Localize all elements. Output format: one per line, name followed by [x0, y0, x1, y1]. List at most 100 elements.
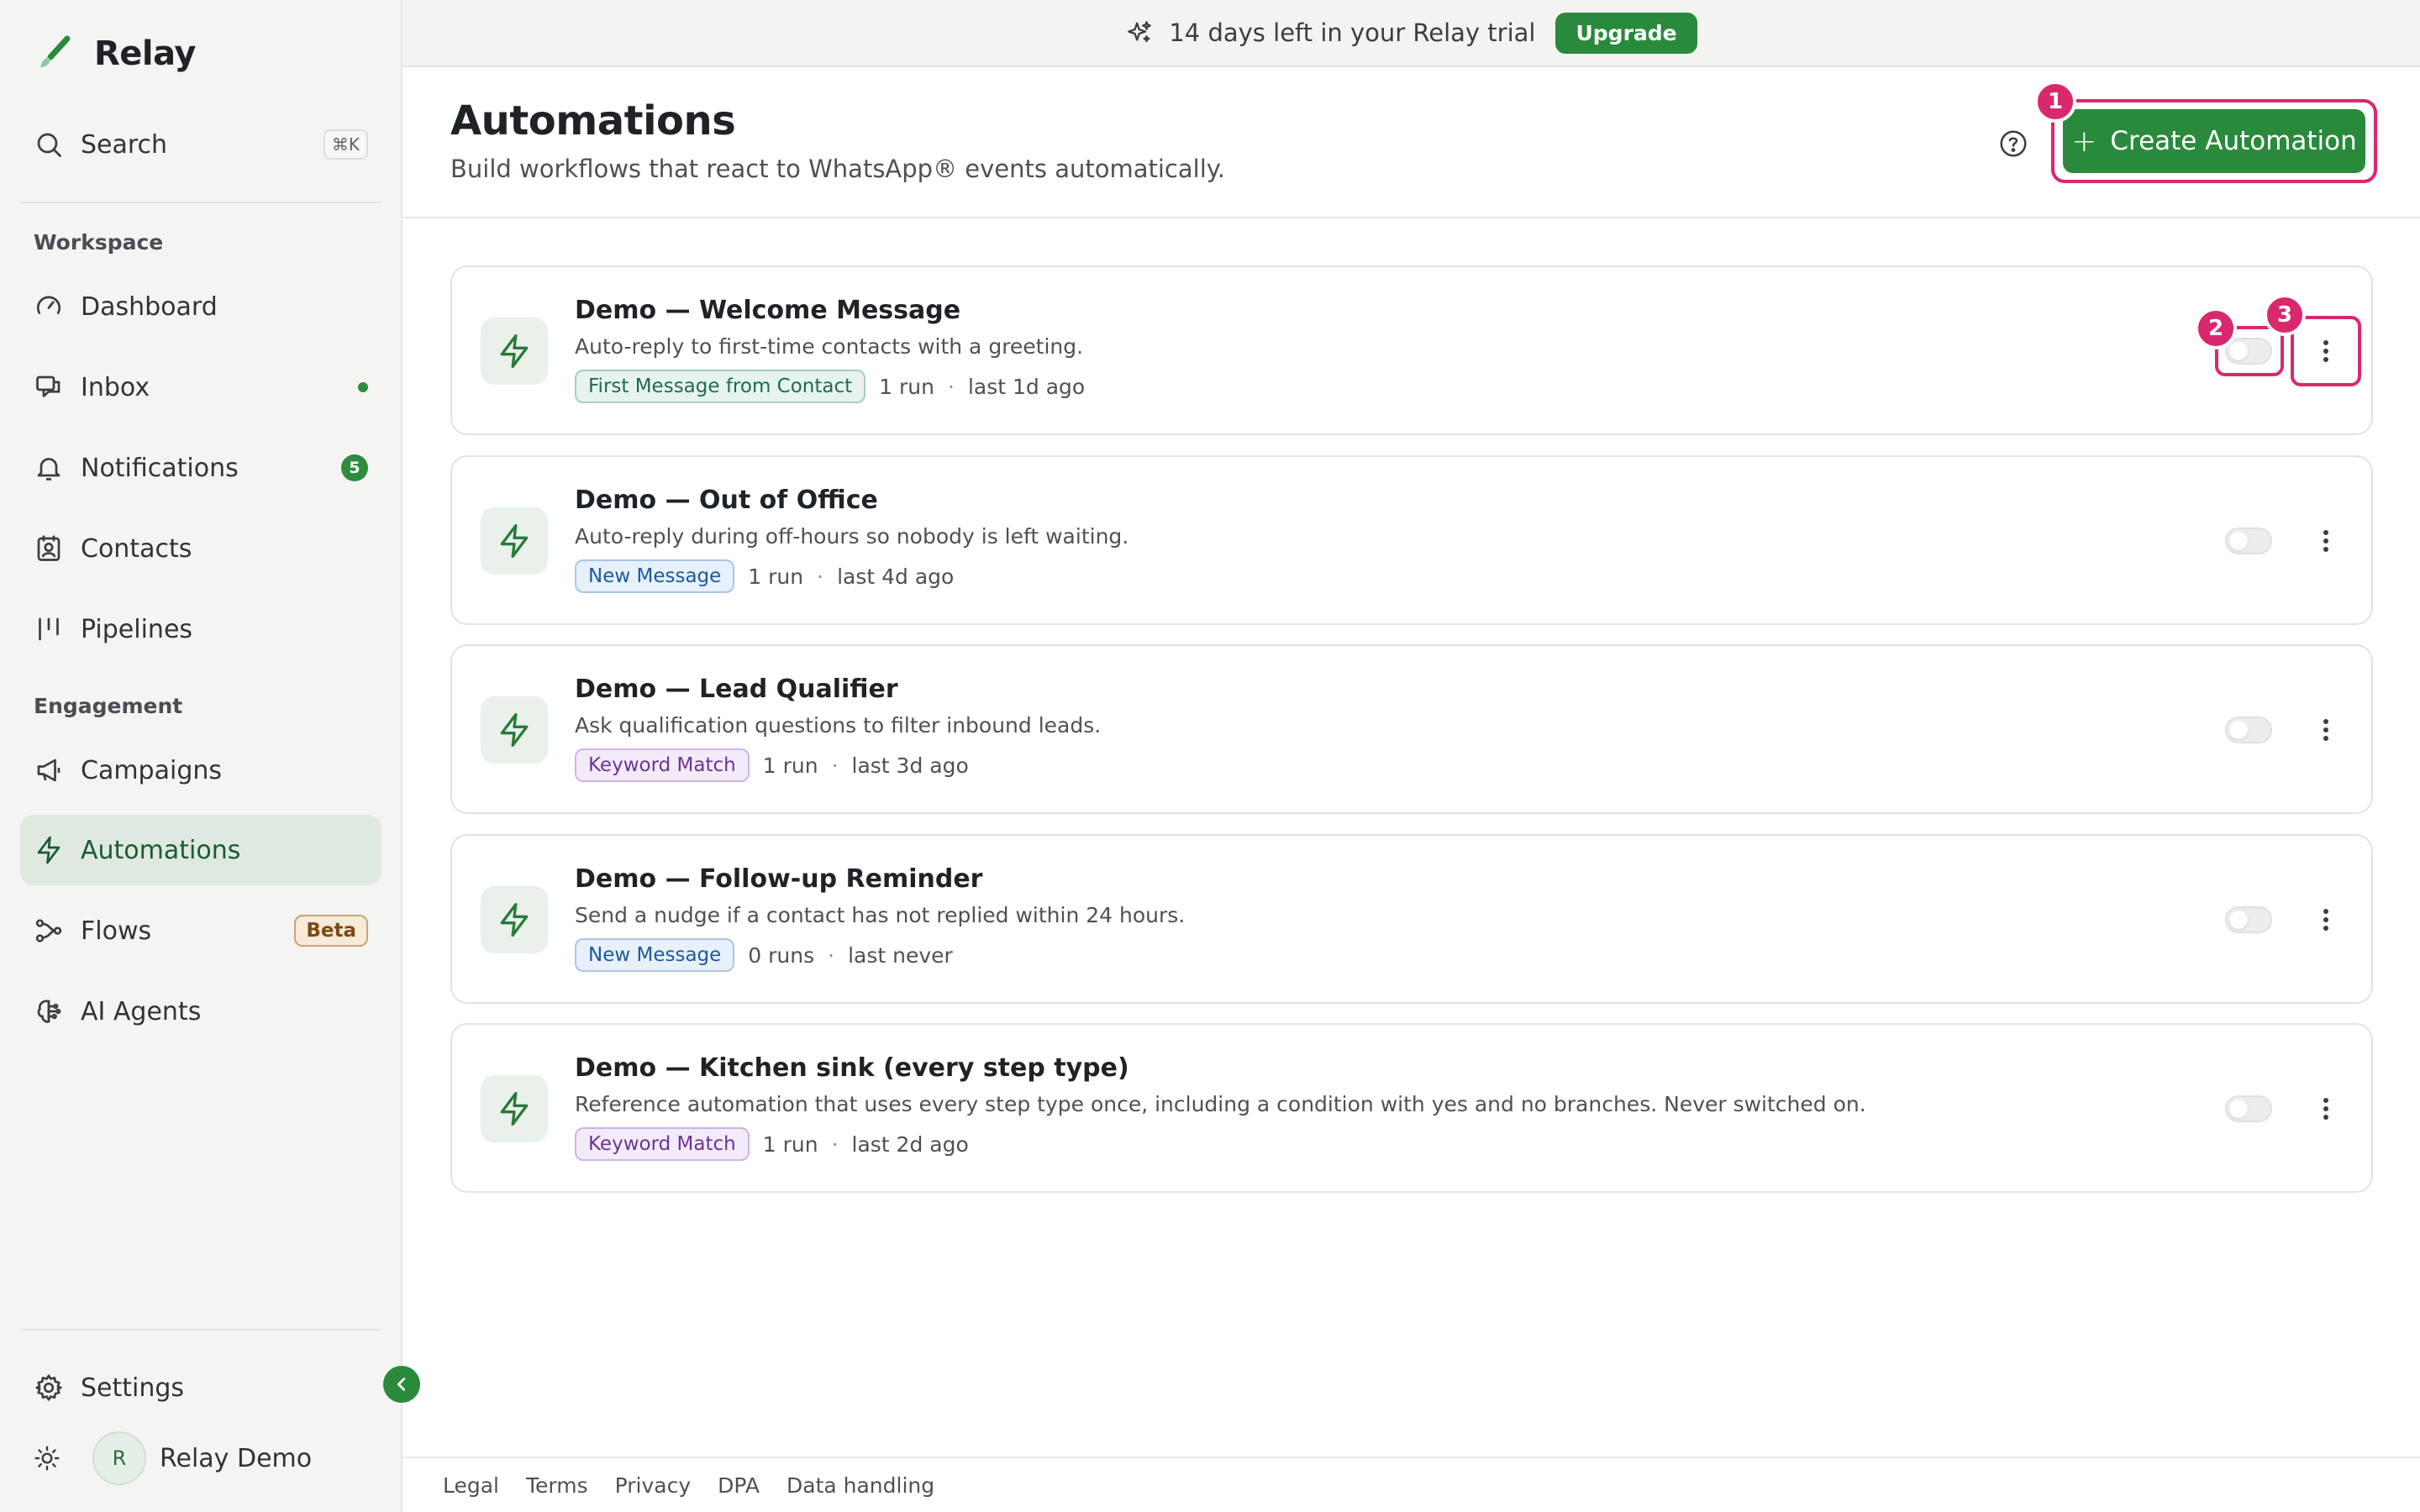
flow-icon — [35, 919, 62, 942]
run-count: 1 run — [762, 753, 818, 778]
section-label-engagement: Engagement — [34, 694, 183, 718]
meta-separator: · — [947, 374, 955, 399]
sidebar-item-ai-agents[interactable]: AI Agents — [20, 976, 381, 1047]
enable-toggle[interactable] — [2225, 1095, 2272, 1122]
unread-dot — [358, 382, 368, 392]
brush-logo-icon — [40, 35, 71, 67]
more-options-button[interactable] — [2309, 713, 2343, 747]
trial-text: 14 days left in your Relay trial — [1169, 18, 1536, 47]
automation-title: Demo — Out of Office — [575, 486, 878, 515]
sidebar-item-inbox[interactable]: Inbox — [20, 352, 381, 423]
automation-icon — [481, 1075, 548, 1142]
bolt-icon — [37, 836, 60, 864]
sidebar-item-label: Notifications — [81, 453, 239, 483]
automation-meta: New Message 0 runs · last never — [575, 938, 953, 972]
annotation-marker-2: 2 — [2195, 307, 2237, 349]
last-run: last 2d ago — [851, 1131, 969, 1157]
trigger-tag: New Message — [575, 559, 735, 593]
automation-card-lead-qualifier[interactable]: Demo — Lead Qualifier Ask qualification … — [450, 644, 2373, 814]
create-automation-label: Create Automation — [2110, 126, 2357, 156]
enable-toggle[interactable] — [2225, 528, 2272, 554]
search-button[interactable]: Search ⌘K — [34, 124, 368, 165]
bolt-icon — [500, 713, 529, 747]
automation-icon — [481, 696, 548, 764]
settings-button[interactable]: Settings — [20, 1352, 381, 1423]
more-options-button[interactable] — [2309, 334, 2343, 368]
upgrade-button[interactable]: Upgrade — [1555, 12, 1697, 54]
automation-description: Reference automation that uses every ste… — [575, 1092, 1866, 1116]
trigger-tag: New Message — [575, 938, 735, 972]
gear-icon — [35, 1374, 62, 1401]
more-options-button[interactable] — [2309, 524, 2343, 558]
toggle-knob — [2229, 1100, 2248, 1118]
sidebar-item-pipelines[interactable]: Pipelines — [20, 594, 381, 664]
kebab-menu-icon — [2323, 909, 2328, 931]
sidebar-item-label: Automations — [81, 835, 241, 865]
user-menu[interactable]: R Relay Demo — [34, 1431, 312, 1485]
search-icon — [37, 133, 61, 157]
kebab-menu-icon — [2323, 719, 2328, 741]
sidebar-item-label: Flows — [81, 916, 152, 946]
sidebar-divider — [20, 1329, 381, 1331]
automation-card-follow-up-reminder[interactable]: Demo — Follow-up Reminder Send a nudge i… — [450, 834, 2373, 1004]
toggle-knob — [2229, 911, 2248, 929]
footer-link-terms[interactable]: Terms — [526, 1473, 588, 1498]
last-run: last 4d ago — [837, 564, 955, 589]
create-automation-button[interactable]: + Create Automation — [2063, 109, 2365, 173]
beta-badge: Beta — [294, 915, 368, 947]
sidebar-item-automations[interactable]: Automations — [20, 815, 381, 885]
footer-link-privacy[interactable]: Privacy — [615, 1473, 692, 1498]
footer-link-legal[interactable]: Legal — [443, 1473, 499, 1498]
sidebar-item-contacts[interactable]: Contacts — [20, 513, 381, 584]
sun-theme-icon[interactable] — [34, 1445, 60, 1472]
pipeline-icon — [39, 617, 59, 641]
sidebar-item-campaigns[interactable]: Campaigns — [20, 735, 381, 806]
bell-icon — [37, 458, 60, 480]
automation-card-out-of-office[interactable]: Demo — Out of Office Auto-reply during o… — [450, 455, 2373, 625]
sidebar-divider — [20, 202, 381, 203]
sidebar-item-flows[interactable]: Flows Beta — [20, 895, 381, 966]
search-shortcut: ⌘K — [323, 129, 368, 160]
contact-book-icon — [37, 535, 60, 561]
brain-icon — [37, 1000, 61, 1023]
enable-toggle[interactable] — [2225, 338, 2272, 365]
sidebar-item-label: AI Agents — [81, 996, 202, 1026]
footer-link-dpa[interactable]: DPA — [718, 1473, 760, 1498]
automation-meta: New Message 1 run · last 4d ago — [575, 559, 954, 593]
meta-separator: · — [828, 942, 835, 968]
automation-description: Ask qualification questions to filter in… — [575, 713, 1102, 738]
run-count: 1 run — [748, 564, 804, 589]
more-options-button[interactable] — [2309, 903, 2343, 937]
trigger-tag: Keyword Match — [575, 1127, 750, 1161]
sidebar-item-label: Campaigns — [81, 755, 223, 785]
automation-card-kitchen-sink[interactable]: Demo — Kitchen sink (every step type) Re… — [450, 1023, 2373, 1193]
collapse-sidebar-button[interactable] — [383, 1366, 420, 1403]
last-run: last 1d ago — [967, 374, 1086, 399]
search-label: Search — [81, 129, 168, 160]
sidebar-item-notifications[interactable]: Notifications 5 — [20, 433, 381, 503]
automation-meta: Keyword Match 1 run · last 2d ago — [575, 1127, 969, 1161]
footer: Legal Terms Privacy DPA Data handling — [402, 1457, 2420, 1512]
run-count: 1 run — [762, 1131, 818, 1157]
sidebar: Relay Search ⌘K Workspace Dashboard Inbo… — [0, 0, 402, 1512]
meta-separator: · — [831, 753, 839, 778]
settings-label: Settings — [81, 1373, 185, 1403]
megaphone-icon — [37, 759, 60, 782]
bolt-icon — [500, 334, 529, 368]
notification-count-badge: 5 — [341, 454, 368, 481]
user-name: Relay Demo — [160, 1443, 313, 1473]
trigger-tag: First Message from Contact — [575, 370, 866, 403]
automation-card-welcome-message[interactable]: Demo — Welcome Message Auto-reply to fir… — [450, 265, 2373, 435]
more-options-button[interactable] — [2309, 1092, 2343, 1126]
help-icon[interactable] — [1997, 128, 2029, 160]
sidebar-item-dashboard[interactable]: Dashboard — [20, 271, 381, 342]
enable-toggle[interactable] — [2225, 717, 2272, 743]
meta-separator: · — [817, 564, 824, 589]
footer-link-data-handling[interactable]: Data handling — [786, 1473, 934, 1498]
automation-title: Demo — Follow-up Reminder — [575, 864, 983, 894]
last-run: last never — [848, 942, 953, 968]
enable-toggle[interactable] — [2225, 906, 2272, 933]
sidebar-item-label: Dashboard — [81, 291, 218, 322]
brand[interactable]: Relay — [34, 34, 196, 74]
automation-description: Auto-reply during off-hours so nobody is… — [575, 524, 1129, 549]
